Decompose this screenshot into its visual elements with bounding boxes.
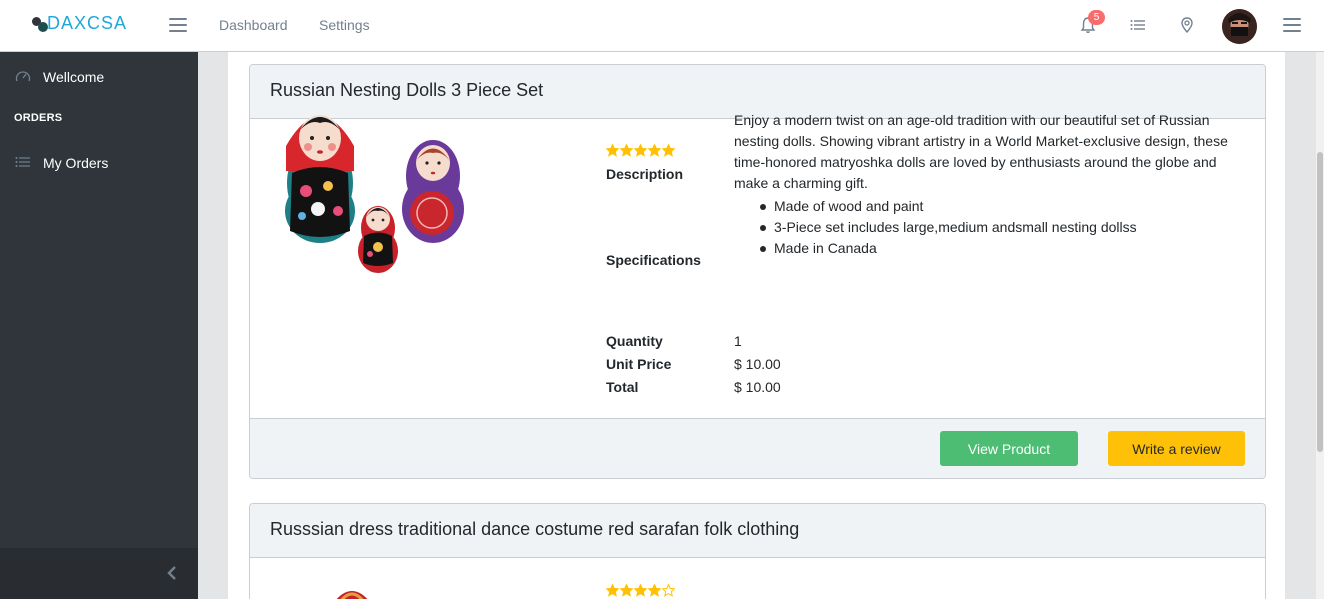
quantity-value: 1 — [734, 333, 742, 349]
list-item: 3-Piece set includes large,medium andsma… — [760, 217, 1137, 238]
notification-badge: 5 — [1088, 10, 1105, 25]
list-item: Made of wood and paint — [760, 196, 1137, 217]
product-image[interactable] — [330, 582, 374, 599]
star-empty-icon — [662, 584, 675, 597]
star-filled-icon — [606, 144, 619, 157]
page-scrollbar[interactable] — [1316, 52, 1324, 599]
order-card: Russian Nesting Dolls 3 Piece Set Descri… — [249, 64, 1266, 479]
rating-stars — [606, 144, 675, 157]
sidebar-section-title: ORDERS — [14, 112, 63, 124]
brand-logo-mark — [32, 15, 48, 33]
sidebar-item-label: My Orders — [43, 155, 109, 171]
sidebar-item-label: Wellcome — [43, 69, 105, 85]
card-footer: View Product Write a review — [250, 418, 1265, 478]
star-filled-icon — [648, 144, 661, 157]
speedometer-icon — [15, 71, 31, 82]
sidebar-item-my-orders[interactable]: My Orders — [0, 140, 198, 184]
view-product-button[interactable]: View Product — [940, 431, 1078, 466]
unit-price-value: $ 10.00 — [734, 356, 781, 372]
product-image[interactable] — [278, 91, 468, 281]
star-filled-icon — [620, 144, 633, 157]
aside-menu-icon[interactable] — [1283, 18, 1301, 32]
list-icon — [15, 157, 30, 167]
sidebar-item-wellcome[interactable]: Wellcome — [0, 54, 198, 98]
sidebar-minimizer[interactable] — [0, 548, 198, 599]
star-filled-icon — [634, 144, 647, 157]
nav-settings-link[interactable]: Settings — [319, 17, 370, 33]
star-filled-icon — [606, 584, 619, 597]
star-filled-icon — [648, 584, 661, 597]
chevron-left-icon — [167, 566, 176, 580]
app-header: DAXCSA Dashboard Settings 5 — [0, 0, 1324, 52]
quantity-label: Quantity — [606, 333, 663, 349]
total-label: Total — [606, 379, 639, 395]
nav-dashboard-link[interactable]: Dashboard — [219, 17, 288, 33]
avatar[interactable] — [1222, 9, 1257, 44]
list-icon[interactable] — [1129, 16, 1147, 34]
brand-name: DAXCSA — [47, 13, 128, 33]
location-pin-icon[interactable] — [1178, 16, 1196, 34]
specifications-label: Specifications — [606, 252, 701, 268]
description-label: Description — [606, 166, 684, 182]
specifications-list: Made of wood and paint 3-Piece set inclu… — [760, 196, 1137, 259]
total-value: $ 10.00 — [734, 379, 781, 395]
sidebar-toggle-menu-icon[interactable] — [169, 18, 187, 32]
star-filled-icon — [662, 144, 675, 157]
product-description: Enjoy a modern twist on an age-old tradi… — [734, 112, 1228, 191]
star-filled-icon — [634, 584, 647, 597]
unit-price-label: Unit Price — [606, 356, 672, 372]
product-title[interactable]: Russsian dress traditional dance costume… — [270, 519, 799, 540]
rating-stars — [606, 584, 675, 597]
brand-logo[interactable]: DAXCSA — [32, 13, 127, 34]
list-item: Made in Canada — [760, 238, 1137, 259]
order-card: Russsian dress traditional dance costume… — [249, 503, 1266, 599]
sidebar: Wellcome ORDERS My Orders — [0, 52, 198, 599]
write-review-button[interactable]: Write a review — [1108, 431, 1245, 466]
card-header: Russsian dress traditional dance costume… — [250, 504, 1265, 558]
star-filled-icon — [620, 584, 633, 597]
